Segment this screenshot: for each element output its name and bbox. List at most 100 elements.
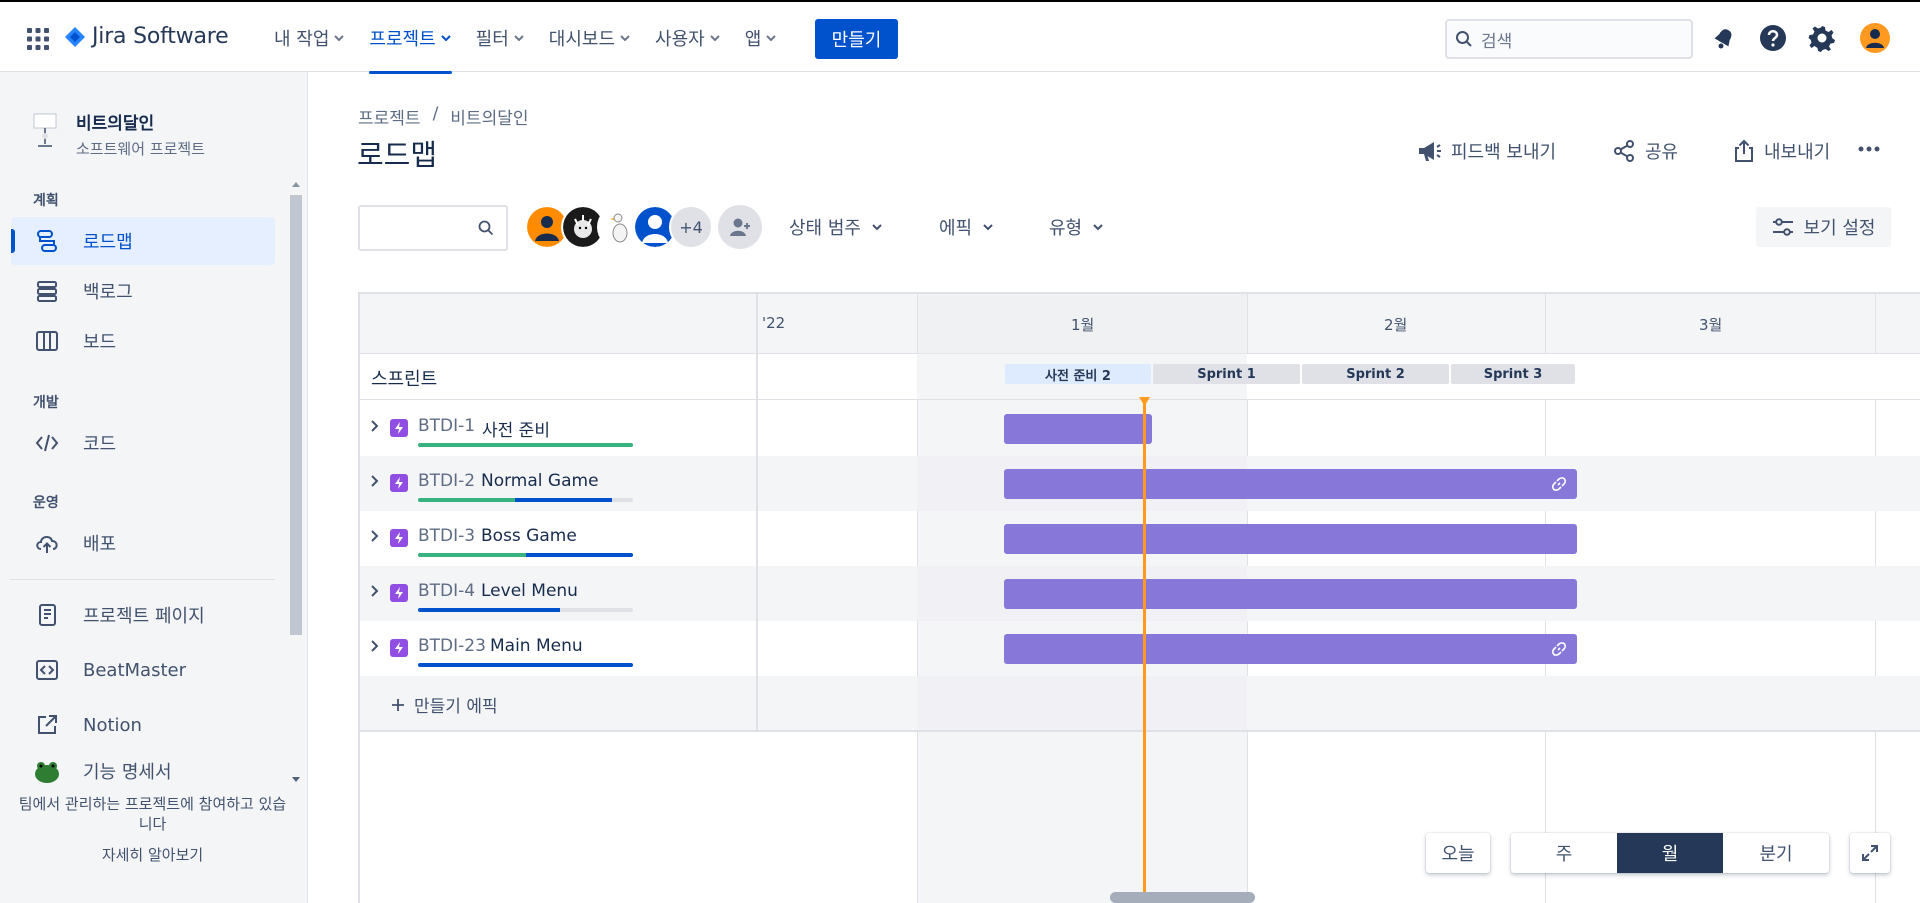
export-icon [1735,139,1753,162]
sidebar-item-notion[interactable]: Notion [11,701,275,749]
project-header[interactable]: 비트의달인 소프트웨어 프로젝트 [30,109,205,159]
user-avatar[interactable] [1860,23,1890,53]
sidebar-item-project-page[interactable]: 프로젝트 페이지 [11,591,275,639]
nav-label: 앱 [744,29,762,50]
feedback-button[interactable]: 피드백 보내기 [1416,138,1556,164]
notifications-icon[interactable] [1710,24,1738,52]
page-icon [39,604,56,626]
share-label: 공유 [1645,142,1679,163]
current-month-shade [917,676,1247,730]
feedback-label: 피드백 보내기 [1451,142,1557,163]
epic-timeline-bar[interactable] [1004,469,1577,499]
frog-icon [35,762,59,783]
search-icon [478,220,494,236]
nav-my-work[interactable]: 내 작업 [262,2,357,74]
roadmap-timeline: '22 1월 2월 3월 스프린트 사전 준비 2 Sprint 1 Sprin… [358,292,1920,903]
sidebar-item-code[interactable]: 코드 [11,419,275,467]
nav-projects[interactable]: 프로젝트 [357,2,463,74]
add-people-icon[interactable] [718,205,762,249]
help-icon[interactable] [1759,24,1787,52]
chevron-down-icon [334,35,345,42]
sidebar-item-label: Notion [83,714,142,736]
project-avatar-icon [33,113,57,147]
nav-label: 내 작업 [274,29,330,50]
epic-filter[interactable]: 에픽 [939,214,994,240]
export-button[interactable]: 내보내기 [1733,138,1830,164]
scale-quarter-button[interactable]: 분기 [1723,833,1829,873]
sidebar-scrollbar[interactable] [287,177,305,787]
more-actions-icon[interactable] [1857,143,1881,155]
learn-more-link[interactable]: 자세히 알아보기 [0,844,305,865]
breadcrumb-project[interactable]: 비트의달인 [450,104,528,129]
filter-label: 에픽 [939,218,973,239]
breadcrumb: 프로젝트 / 비트의달인 [358,104,529,129]
sidebar-item-spec[interactable]: 기능 명세서 [11,754,275,788]
scale-month-button[interactable]: 월 [1617,833,1723,873]
month-label: 2월 [1384,316,1408,334]
section-ops-label: 운영 [33,495,59,511]
code-block-icon [36,660,58,680]
create-button[interactable]: 만들기 [815,19,898,59]
sidebar-item-backlog[interactable]: 백로그 [11,267,275,315]
status-category-filter[interactable]: 상태 범주 [789,214,883,240]
nav-filters[interactable]: 필터 [464,2,537,74]
section-plan-label: 계획 [33,193,59,209]
app-switcher-icon[interactable] [26,27,50,51]
sidebar-item-label: 기능 명세서 [83,762,172,783]
scale-week-button[interactable]: 주 [1511,833,1617,873]
code-icon [35,434,59,452]
link-icon [1552,642,1566,656]
breadcrumb-projects[interactable]: 프로젝트 [358,104,421,129]
view-settings-button[interactable]: 보기 설정 [1756,207,1891,247]
nav-label: 사용자 [655,29,705,50]
epic-timeline-bar[interactable] [1004,634,1577,664]
sidebar-divider [10,579,275,580]
jira-logo[interactable]: Jira Software [64,24,229,49]
section-dev-label: 개발 [33,395,59,411]
project-sidebar: 비트의달인 소프트웨어 프로젝트 계획 로드맵 백로그 보드 개발 코드 운영 … [0,72,308,903]
sidebar-item-label: 프로젝트 페이지 [83,606,205,627]
nav-people[interactable]: 사용자 [643,2,733,74]
assignee-avatars: +4 [525,205,713,249]
sidebar-item-beatmaster[interactable]: BeatMaster [11,646,275,694]
view-settings-label: 보기 설정 [1803,218,1876,239]
today-marker-line [1143,398,1146,903]
jira-diamond-icon [65,26,85,47]
export-label: 내보내기 [1764,142,1831,163]
fullscreen-button[interactable] [1850,833,1890,873]
today-label: 오늘 [1441,844,1475,865]
sidebar-item-roadmap[interactable]: 로드맵 [11,217,275,265]
nav-apps[interactable]: 앱 [733,2,790,74]
sprint-chip[interactable]: Sprint 2 [1302,364,1449,384]
share-icon [1614,140,1634,162]
sidebar-item-deploy[interactable]: 배포 [11,519,275,567]
timeline-horizontal-scrollbar[interactable] [1110,892,1255,903]
chevron-down-icon [514,35,524,42]
backlog-icon [37,281,57,302]
top-navigation: Jira Software 내 작업 프로젝트 필터 대시보드 사용자 앱 만들… [0,0,1920,74]
board-icon [36,331,58,351]
epic-timeline-bar[interactable] [1004,414,1152,444]
share-button[interactable]: 공유 [1612,138,1678,164]
more-assignees-badge[interactable]: +4 [669,205,713,249]
epic-timeline-bar[interactable] [1004,579,1577,609]
breadcrumb-separator: / [432,104,439,124]
month-label: '22 [762,314,786,332]
month-label: 3월 [1699,316,1723,334]
today-button[interactable]: 오늘 [1426,833,1490,873]
search-icon [1456,31,1472,47]
sprint-chip[interactable]: Sprint 1 [1153,364,1300,384]
nav-dashboards[interactable]: 대시보드 [537,2,643,74]
month-label: 1월 [1071,316,1095,334]
roadmap-search-input[interactable] [358,205,508,251]
project-type: 소프트웨어 프로젝트 [76,140,205,158]
epic-timeline-bar[interactable] [1004,524,1577,554]
chevron-down-icon [766,35,776,42]
type-filter[interactable]: 유형 [1049,214,1104,240]
sprint-chip[interactable]: 사전 준비 2 [1005,364,1151,384]
sprint-chip[interactable]: Sprint 3 [1451,364,1575,384]
sidebar-item-board[interactable]: 보드 [11,317,275,365]
search-input[interactable]: 검색 [1445,19,1693,59]
project-name: 비트의달인 [76,114,155,134]
settings-gear-icon[interactable] [1808,24,1836,52]
